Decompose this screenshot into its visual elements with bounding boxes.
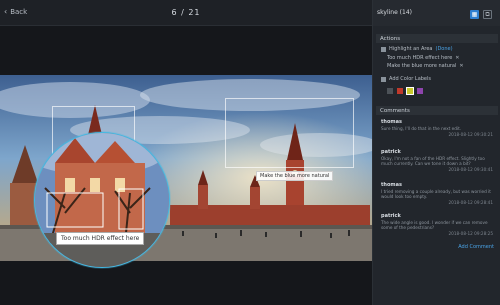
comment-time: 2018-08-12 09:30:21 xyxy=(448,132,493,137)
highlight-item-1-label: Too much HDR effect here xyxy=(387,55,453,61)
comment-item: patrick Okay, I'm not a fan of the HDR e… xyxy=(381,149,493,172)
color-labels-text: Add Color Labels xyxy=(389,76,432,82)
comment-time: 2018-08-12 09:30:41 xyxy=(448,167,493,172)
comment-author: thomas xyxy=(381,119,402,125)
highlight-area-action[interactable]: Highlight an Area (Done) xyxy=(381,46,453,52)
add-comment-link[interactable]: Add Comment xyxy=(458,244,494,250)
comment-author: thomas xyxy=(381,182,402,188)
color-label-icon xyxy=(381,76,386,82)
highlight-item-2[interactable]: Make the blue more natural ✕ xyxy=(387,63,464,69)
image-counter: 6 / 21 xyxy=(171,8,201,17)
comment-author: patrick xyxy=(381,149,401,155)
comments-header: Comments xyxy=(376,106,498,115)
annotation-box-right[interactable] xyxy=(225,98,354,168)
color-swatch-red[interactable] xyxy=(397,88,403,94)
album-title: skyline (14) xyxy=(377,9,412,16)
sidebar: skyline (14) ▦ ⧉ Actions Highlight an Ar… xyxy=(372,0,500,305)
annotation-label-magnifier[interactable]: Too much HDR effect here xyxy=(56,232,145,245)
comment-text: Okay, I'm not a fan of the HDR effect. S… xyxy=(381,156,485,166)
export-button[interactable]: ⧉ xyxy=(483,10,492,19)
comment-item: thomas Sure thing, I'll do that in the n… xyxy=(381,119,493,137)
delete-icon[interactable]: ✕ xyxy=(459,63,463,69)
sidebar-header: skyline (14) ▦ ⧉ xyxy=(373,0,500,26)
comment-item: thomas I tried removing a couple already… xyxy=(381,182,493,205)
comment-time: 2018-08-12 09:28:41 xyxy=(448,200,493,205)
app: ‹ Back 6 / 21 Make the blue more natural… xyxy=(0,0,500,305)
done-link[interactable]: (Done) xyxy=(436,46,453,52)
grid-icon: ▦ xyxy=(471,11,478,18)
magnified-cathedral xyxy=(35,133,169,267)
magnifier-lens[interactable] xyxy=(34,132,170,268)
comment-author: patrick xyxy=(381,213,401,219)
highlight-label: Highlight an Area xyxy=(389,46,433,52)
color-swatch-purple[interactable] xyxy=(417,88,423,94)
viewer-toolbar: ‹ Back 6 / 21 xyxy=(0,0,372,26)
highlight-item-1[interactable]: Too much HDR effect here ✕ xyxy=(387,55,460,61)
export-icon: ⧉ xyxy=(485,10,490,18)
delete-icon[interactable]: ✕ xyxy=(455,55,459,61)
actions-header: Actions xyxy=(376,34,498,43)
grid-view-button[interactable]: ▦ xyxy=(470,10,479,19)
viewer: ‹ Back 6 / 21 Make the blue more natural… xyxy=(0,0,372,305)
comment-text: Sure thing, I'll do that in the next edi… xyxy=(381,126,462,131)
highlight-item-2-label: Make the blue more natural xyxy=(387,63,457,69)
comment-text: I tried removing a couple already, but w… xyxy=(381,189,491,199)
color-swatch-grey[interactable] xyxy=(387,88,393,94)
comment-time: 2018-08-12 09:28:25 xyxy=(448,231,493,236)
highlight-icon xyxy=(381,46,386,52)
comment-text: The wide angle is good. I wonder if we c… xyxy=(381,220,488,230)
annotation-label-right[interactable]: Make the blue more natural xyxy=(256,171,334,181)
color-swatch-yellow[interactable] xyxy=(406,87,414,95)
add-color-labels-action[interactable]: Add Color Labels xyxy=(381,76,431,82)
comment-item: patrick The wide angle is good. I wonder… xyxy=(381,213,493,236)
